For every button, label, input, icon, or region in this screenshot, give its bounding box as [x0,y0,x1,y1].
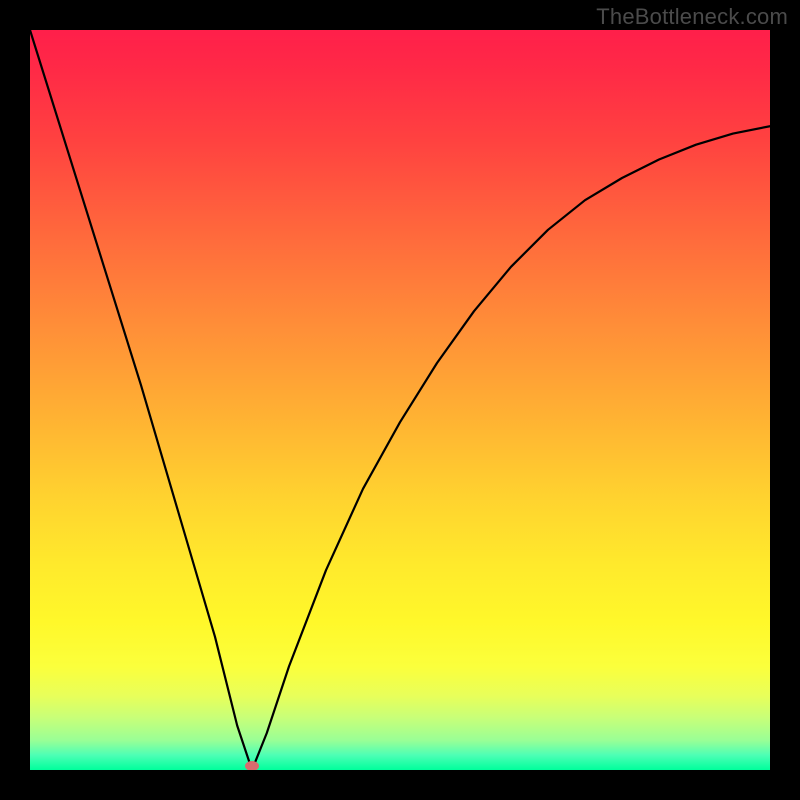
chart-plot-area [30,30,770,770]
watermark-text: TheBottleneck.com [596,4,788,30]
chart-curve-line [30,30,770,770]
chart-curve-svg [30,30,770,770]
chart-marker-point [245,761,259,770]
